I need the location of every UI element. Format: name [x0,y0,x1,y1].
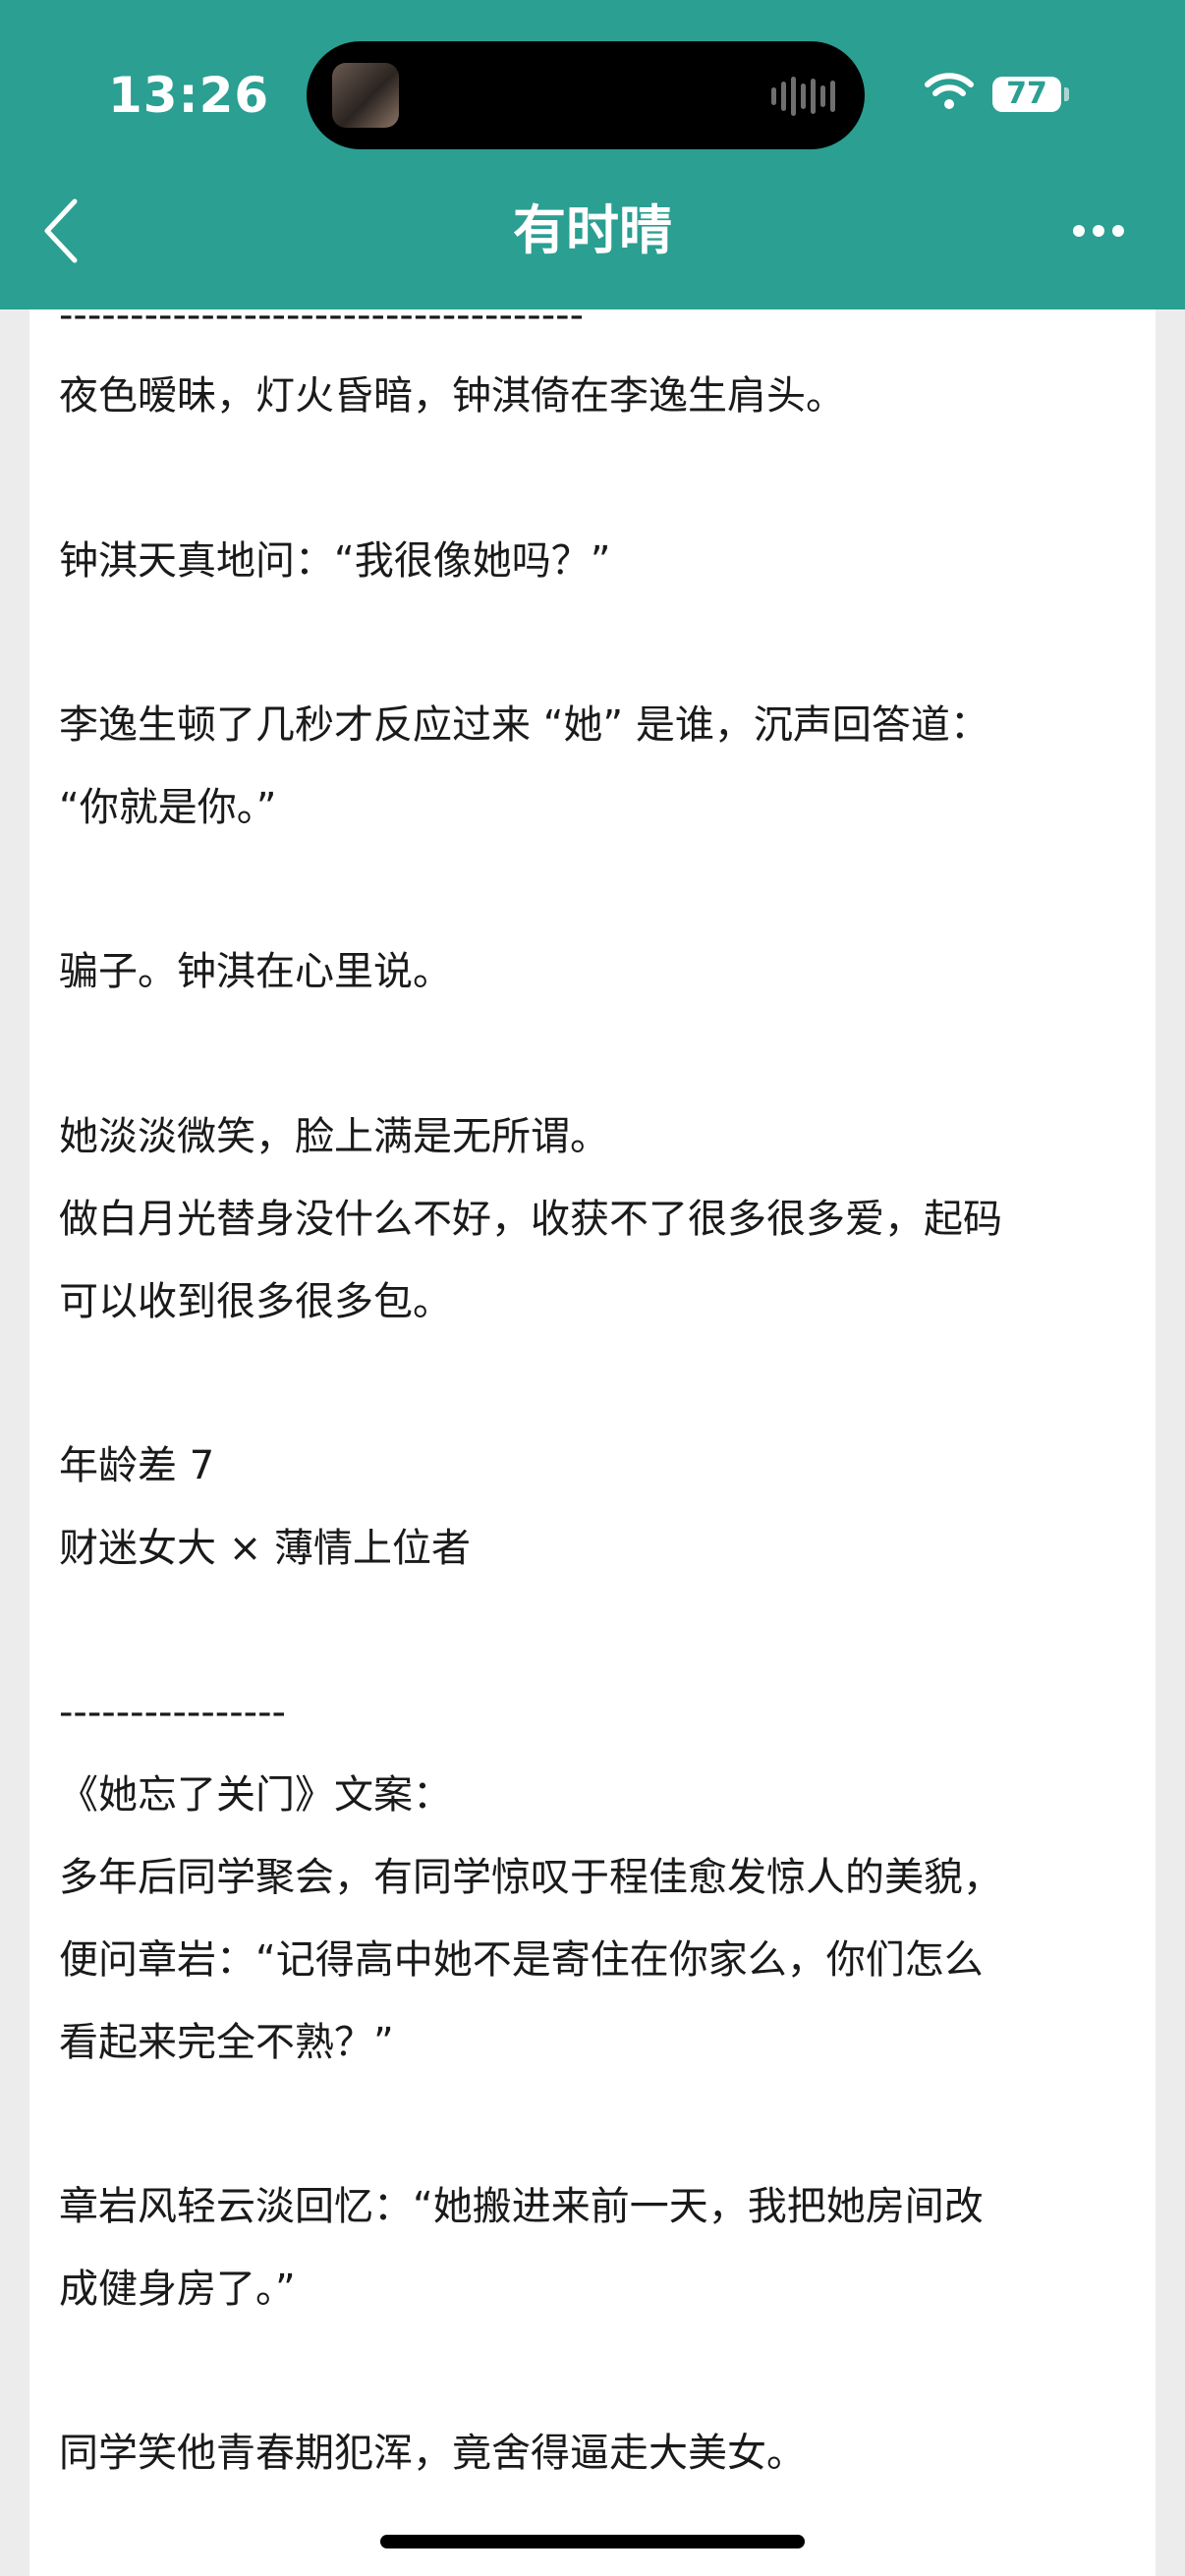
dynamic-island[interactable] [307,41,865,149]
audio-waveform-icon [771,77,835,116]
battery-tip [1064,87,1069,101]
text-line: 李逸生顿了几秒才反应过来 “她” 是谁，沉声回答道： [59,702,989,748]
text-line: 她淡淡微笑，脸上满是无所谓。 [59,1114,609,1159]
section-heading: 《她忘了关门》文案： [59,1772,452,1818]
text-line: 年龄差 7 [59,1443,215,1488]
text-line: 看起来完全不熟？” [59,2020,394,2065]
text-line: 财迷女大 × 薄情上位者 [59,1526,471,1571]
page-title: 有时晴 [513,199,672,261]
home-indicator[interactable] [380,2535,805,2548]
article-body: ------------------------------------- 夜色… [29,293,1156,2576]
text-line: 章岩风轻云淡回忆：“她搬进来前一天，我把她房间改 [59,2184,984,2229]
text-line: 多年后同学聚会，有同学惊叹于程佳愈发惊人的美貌， [59,1855,1002,1900]
text-line: 便问章岩：“记得高中她不是寄住在你家么，你们怎么 [59,1937,984,1983]
text-line: 成健身房了。” [59,2267,296,2312]
battery-indicator: 77 [992,77,1061,112]
divider-line: ---------------- [59,1690,286,1735]
wifi-icon [925,73,974,109]
more-horizontal-icon[interactable] [1071,216,1126,246]
now-playing-artwork [332,63,399,128]
text-line: 做白月光替身没什么不好，收获不了很多很多爱，起码 [59,1197,1002,1242]
text-line: 夜色暧昧，灯火昏暗，钟淇倚在李逸生肩头。 [59,373,845,419]
text-line: 可以收到很多很多包。 [59,1279,452,1324]
text-line: “你就是你。” [59,785,277,830]
text-line: 骗子。钟淇在心里说。 [59,949,452,994]
divider-line: ------------------------------------- [59,293,585,338]
top-bar: 13:26 77 有时晴 [0,0,1185,309]
text-line: 钟淇天真地问：“我很像她吗？” [59,538,611,584]
text-line: 同学笑他青春期犯浑，竟舍得逼走大美女。 [59,2431,806,2476]
status-time: 13:26 [108,67,270,124]
